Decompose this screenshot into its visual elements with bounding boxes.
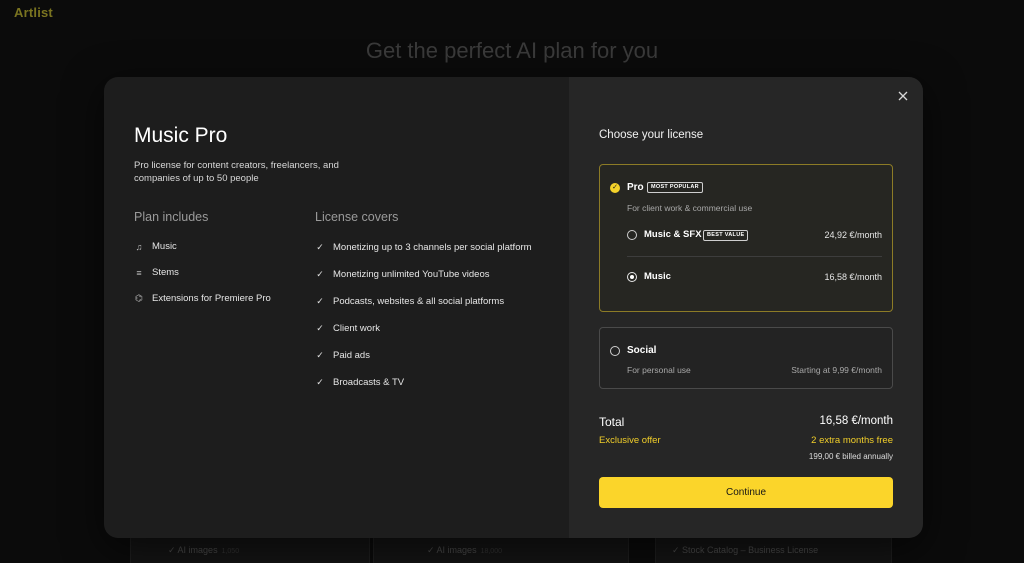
- list-item-label: Extensions for Premiere Pro: [152, 293, 271, 304]
- plan-details-pane: Music Pro Pro license for content creato…: [104, 77, 569, 538]
- check-icon: ✓: [316, 242, 324, 252]
- list-item-label: Music: [152, 241, 177, 252]
- check-icon: ✓: [672, 545, 683, 555]
- divider: [627, 256, 882, 257]
- close-button[interactable]: [896, 89, 910, 103]
- music-price: 16,58 €/month: [824, 272, 882, 282]
- music-sfx-label: Music & SFX: [644, 229, 702, 240]
- license-pane: Choose your license ✓ Pro MOST POPULAR F…: [569, 77, 923, 538]
- music-sfx-price: 24,92 €/month: [824, 230, 882, 240]
- social-price: Starting at 9,99 €/month: [791, 365, 882, 375]
- check-icon: ✓: [168, 545, 178, 555]
- artlist-logo: Artlist: [14, 5, 53, 20]
- total-value: 16,58 €/month: [819, 415, 893, 427]
- total-label: Total: [599, 415, 625, 429]
- plan-card-feature: ✓ AI images 1,050: [168, 545, 240, 555]
- list-item-label: Stems: [152, 267, 179, 278]
- music-note-icon: ♫: [135, 241, 143, 252]
- check-icon: ✓: [316, 350, 324, 360]
- choose-license-title: Choose your license: [599, 129, 704, 141]
- check-icon: ✓: [427, 545, 437, 555]
- list-item: ♫ Music: [134, 240, 271, 253]
- plan-title: Music Pro: [134, 124, 228, 147]
- plan-card-feature: ✓ Stock Catalog – Business License: [672, 545, 819, 555]
- license-covers-list: ✓ Monetizing up to 3 channels per social …: [315, 241, 532, 403]
- license-option-pro[interactable]: ✓ Pro MOST POPULAR For client work & com…: [599, 164, 893, 312]
- list-item: ≡ Stems: [134, 266, 271, 279]
- extension-icon: ⌬: [135, 293, 143, 303]
- stems-icon: ≡: [136, 267, 142, 278]
- list-item: ⌬ Extensions for Premiere Pro: [134, 292, 271, 305]
- license-option-social[interactable]: Social For personal use Starting at 9,99…: [599, 327, 893, 389]
- pro-subtitle: For client work & commercial use: [627, 203, 753, 213]
- selected-check-icon: ✓: [610, 183, 620, 193]
- close-icon: [898, 91, 908, 101]
- best-value-badge: BEST VALUE: [703, 230, 749, 241]
- plan-includes-heading: Plan includes: [134, 210, 209, 224]
- music-label: Music: [644, 271, 671, 282]
- list-item: ✓ Broadcasts & TV: [316, 377, 405, 388]
- check-icon: ✓: [316, 296, 324, 306]
- plan-includes-list: ♫ Music ≡ Stems ⌬ Extensions for Premier…: [134, 240, 271, 318]
- plan-description: Pro license for content creators, freela…: [134, 160, 339, 184]
- social-subtitle: For personal use: [627, 365, 691, 375]
- check-icon: ✓: [316, 377, 324, 387]
- exclusive-offer-value: 2 extra months free: [811, 435, 893, 446]
- radio-music[interactable]: [627, 272, 637, 282]
- billed-annually-text: 199,00 € billed annually: [808, 452, 893, 461]
- page-heading: Get the perfect AI plan for you: [365, 38, 659, 63]
- continue-button[interactable]: Continue: [599, 477, 893, 508]
- list-item: ✓ Podcasts, websites & all social platfor…: [316, 296, 505, 307]
- social-label: Social: [627, 345, 657, 356]
- list-item: ✓ Monetizing unlimited YouTube videos: [316, 269, 490, 280]
- logo-text: Artlist: [14, 5, 53, 20]
- license-covers-heading: License covers: [315, 210, 399, 224]
- list-item: ✓ Monetizing up to 3 channels per social …: [316, 242, 532, 253]
- radio-music-sfx[interactable]: [627, 230, 637, 240]
- check-icon: ✓: [316, 323, 324, 333]
- plan-card-feature: ✓ AI images 18,000: [427, 545, 502, 555]
- pro-label: Pro: [627, 182, 644, 193]
- list-item: ✓ Paid ads: [316, 350, 370, 361]
- most-popular-badge: MOST POPULAR: [647, 182, 703, 193]
- exclusive-offer-label: Exclusive offer: [599, 435, 661, 446]
- radio-social[interactable]: [610, 346, 620, 356]
- check-icon: ✓: [316, 269, 324, 279]
- plan-modal: Music Pro Pro license for content creato…: [104, 77, 923, 538]
- list-item: ✓ Client work: [316, 323, 380, 334]
